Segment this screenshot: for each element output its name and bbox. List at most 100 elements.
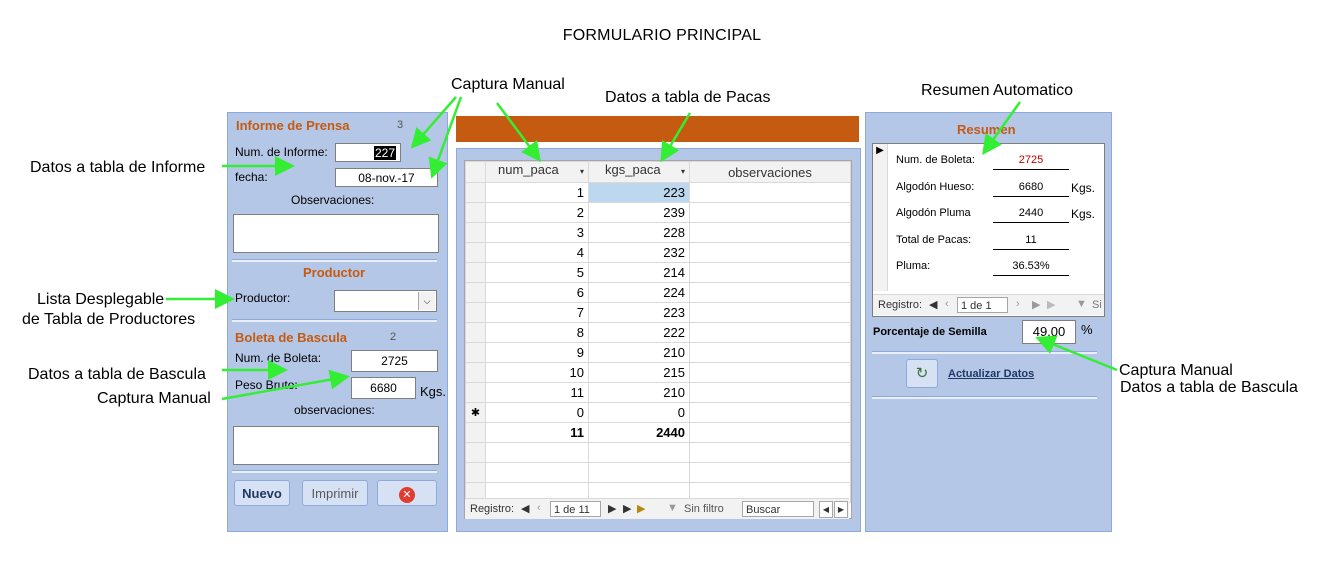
- table-row[interactable]: 9 210: [465, 342, 851, 363]
- cell-num-paca[interactable]: 5: [485, 262, 589, 283]
- cell-observaciones[interactable]: [689, 262, 851, 283]
- table-row[interactable]: 2 239: [465, 202, 851, 223]
- prev-record-icon[interactable]: ‹: [537, 502, 541, 514]
- cell-observaciones[interactable]: [689, 202, 851, 223]
- cell-observaciones[interactable]: [689, 382, 851, 403]
- cell-kgs-paca[interactable]: 228: [588, 222, 690, 243]
- cell-observaciones[interactable]: [689, 282, 851, 303]
- table-row[interactable]: 1 223: [465, 182, 851, 203]
- chevron-down-icon[interactable]: ⌵: [418, 292, 435, 310]
- imprimir-button[interactable]: Imprimir: [302, 480, 368, 506]
- nuevo-button[interactable]: Nuevo: [234, 480, 290, 506]
- scroll-right-icon[interactable]: ▶: [834, 501, 848, 518]
- peso-bruto-field[interactable]: 6680: [351, 377, 416, 399]
- table-row[interactable]: 6 224: [465, 282, 851, 303]
- column-header-kgs-paca[interactable]: kgs_paca ▾: [588, 161, 690, 183]
- cell-kgs-paca[interactable]: 0: [588, 402, 690, 423]
- cell-num-paca[interactable]: 11: [485, 382, 589, 403]
- informe-obs-field[interactable]: [233, 214, 439, 253]
- record-selector[interactable]: [465, 242, 486, 263]
- cell-kgs-paca[interactable]: 215: [588, 362, 690, 383]
- new-record-row[interactable]: ✱ 0 0: [465, 402, 851, 423]
- record-selector[interactable]: [465, 342, 486, 363]
- last-record-icon[interactable]: ▶: [1032, 298, 1040, 311]
- cell-kgs-paca[interactable]: 223: [588, 302, 690, 323]
- first-record-icon[interactable]: ◀: [929, 298, 937, 311]
- record-selector[interactable]: [465, 382, 486, 403]
- record-selector[interactable]: [465, 182, 486, 203]
- cell-num-paca[interactable]: 0: [485, 402, 589, 423]
- cell-observaciones[interactable]: [689, 402, 851, 423]
- record-selector[interactable]: [465, 222, 486, 243]
- resumen-row-value: 2725: [993, 152, 1069, 170]
- fecha-field[interactable]: 08-nov.-17: [335, 168, 438, 187]
- table-row[interactable]: 10 215: [465, 362, 851, 383]
- record-selector[interactable]: [465, 302, 486, 323]
- productor-dropdown[interactable]: ⌵: [334, 290, 437, 312]
- boleta-obs-field[interactable]: [233, 426, 439, 465]
- new-record-icon[interactable]: ▶: [637, 502, 645, 515]
- resumen-row-value: 11: [993, 232, 1069, 250]
- cell-kgs-paca[interactable]: 222: [588, 322, 690, 343]
- cell-observaciones[interactable]: [689, 322, 851, 343]
- resumen-filter-label[interactable]: Si: [1092, 299, 1102, 311]
- record-position[interactable]: 1 de 11: [550, 501, 601, 517]
- table-row[interactable]: 3 228: [465, 222, 851, 243]
- cell-num-paca[interactable]: 8: [485, 322, 589, 343]
- table-row[interactable]: 8 222: [465, 322, 851, 343]
- sin-filtro-label[interactable]: Sin filtro: [684, 503, 724, 515]
- cell-num-paca[interactable]: 1: [485, 182, 589, 203]
- semilla-field[interactable]: 49.00: [1022, 320, 1076, 344]
- next-record-icon[interactable]: ›: [1016, 298, 1020, 310]
- cell-observaciones[interactable]: [689, 302, 851, 323]
- new-record-icon[interactable]: ▶: [1047, 298, 1055, 311]
- record-selector[interactable]: [465, 282, 486, 303]
- table-row[interactable]: 7 223: [465, 302, 851, 323]
- resumen-row: Algodón Hueso: 6680 Kgs.: [873, 179, 1104, 199]
- select-all-corner[interactable]: [465, 161, 486, 183]
- table-row[interactable]: 4 232: [465, 242, 851, 263]
- record-selector[interactable]: [465, 422, 486, 443]
- cell-kgs-paca[interactable]: 232: [588, 242, 690, 263]
- scroll-left-icon[interactable]: ◀: [819, 501, 833, 518]
- next-record-icon[interactable]: ▶: [608, 502, 616, 515]
- cell-observaciones[interactable]: [689, 342, 851, 363]
- last-record-icon[interactable]: ▶: [623, 502, 631, 515]
- cell-num-paca[interactable]: 9: [485, 342, 589, 363]
- record-selector[interactable]: [465, 322, 486, 343]
- cell-kgs-paca[interactable]: 239: [588, 202, 690, 223]
- table-row[interactable]: 5 214: [465, 262, 851, 283]
- cell-kgs-paca[interactable]: 210: [588, 342, 690, 363]
- boleta-num-field[interactable]: 2725: [351, 350, 438, 372]
- resumen-record-position[interactable]: 1 de 1: [957, 297, 1008, 313]
- cell-observaciones[interactable]: [689, 242, 851, 263]
- cell-kgs-paca[interactable]: 214: [588, 262, 690, 283]
- cell-num-paca[interactable]: 10: [485, 362, 589, 383]
- cell-num-paca[interactable]: 2: [485, 202, 589, 223]
- record-selector[interactable]: [465, 362, 486, 383]
- new-record-icon[interactable]: ✱: [465, 402, 486, 423]
- cell-observaciones[interactable]: [689, 362, 851, 383]
- table-row[interactable]: 11 210: [465, 382, 851, 403]
- cell-kgs-paca[interactable]: 223: [588, 182, 690, 203]
- cell-num-paca[interactable]: 3: [485, 222, 589, 243]
- record-selector[interactable]: [465, 262, 486, 283]
- actualizar-icon-button[interactable]: ↻: [906, 359, 938, 388]
- actualizar-datos-link[interactable]: Actualizar Datos: [948, 368, 1034, 380]
- column-header-num-paca[interactable]: num_paca ▾: [485, 161, 589, 183]
- informe-num-field[interactable]: 227: [335, 143, 401, 162]
- cell-num-paca[interactable]: 6: [485, 282, 589, 303]
- column-header-observaciones[interactable]: observaciones: [689, 161, 851, 183]
- cell-num-paca[interactable]: 7: [485, 302, 589, 323]
- cell-num-paca[interactable]: 4: [485, 242, 589, 263]
- search-input[interactable]: Buscar: [742, 501, 814, 517]
- record-selector[interactable]: [465, 202, 486, 223]
- cell-kgs-paca[interactable]: 224: [588, 282, 690, 303]
- cell-observaciones[interactable]: [689, 182, 851, 203]
- close-button[interactable]: ✕: [377, 480, 437, 506]
- prev-record-icon[interactable]: ‹: [945, 298, 949, 310]
- first-record-icon[interactable]: ◀: [521, 502, 529, 515]
- pacas-datasheet: num_paca ▾ kgs_paca ▾ observaciones 1 223…: [464, 160, 852, 519]
- cell-kgs-paca[interactable]: 210: [588, 382, 690, 403]
- cell-observaciones[interactable]: [689, 222, 851, 243]
